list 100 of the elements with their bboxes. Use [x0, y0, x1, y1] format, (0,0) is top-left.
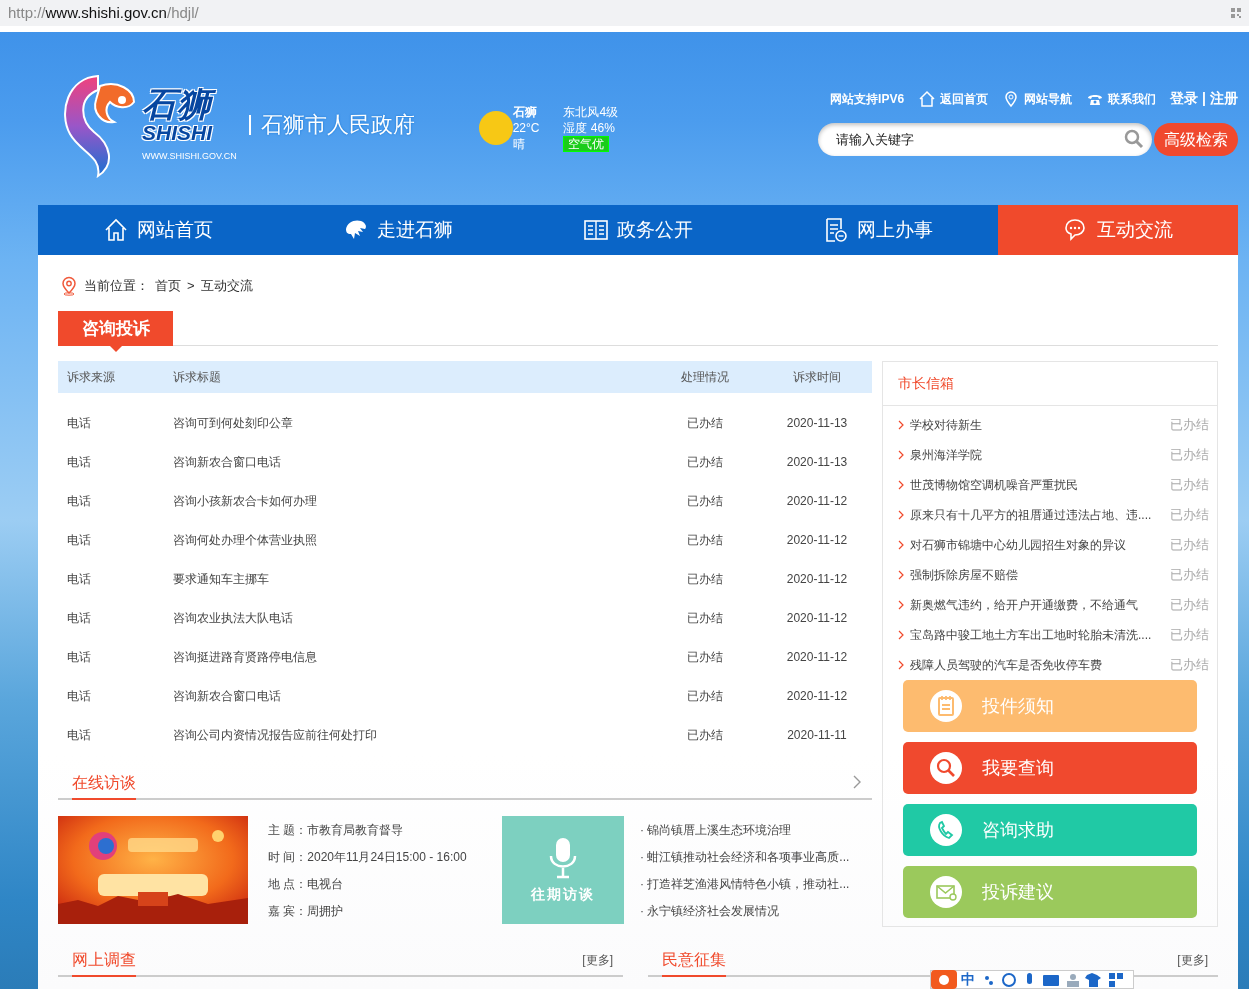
search-field[interactable]: 请输入关键字: [818, 123, 1152, 156]
mailbox-link[interactable]: 世茂博物馆空调机噪音严重扰民: [910, 476, 1078, 494]
tab-pointer-icon: [110, 346, 122, 352]
status-text: 已办结: [1170, 596, 1209, 615]
request-link[interactable]: 咨询挺进路育贤路停电信息: [173, 647, 660, 666]
phone-icon: [930, 814, 962, 846]
status-text: 已办结: [1170, 656, 1209, 675]
document-icon: [823, 217, 849, 243]
request-link[interactable]: 咨询小孩新农合卡如何办理: [173, 491, 660, 510]
mailbox-link[interactable]: 对石狮市锦塘中心幼儿园招生对象的异议: [910, 536, 1126, 554]
status-text: 已办结: [1170, 506, 1209, 525]
mail-icon: [930, 876, 962, 908]
chevron-right-icon: [898, 450, 904, 460]
request-link[interactable]: 要求通知车主挪车: [173, 569, 660, 588]
table-cell-text: 电话: [66, 414, 92, 432]
mailbox-link[interactable]: 新奥燃气违约，给开户开通缴费，不给通气: [910, 596, 1138, 614]
breadcrumb-link[interactable]: 首页: [155, 276, 181, 296]
table-cell-text: 2020-11-12: [785, 687, 849, 705]
table-cell-text: 2020-11-12: [785, 570, 849, 588]
column-header: 诉求来源: [66, 369, 116, 386]
interview-detail: 主 题：市教育局教育督导: [268, 821, 405, 839]
chevron-right-icon: [898, 420, 904, 430]
table-cell-text: 2020-11-12: [785, 492, 849, 510]
humidity-text: 湿度 46%: [563, 120, 615, 136]
status-text: 已办结: [1170, 476, 1209, 495]
section-title: 网上调查: [72, 948, 136, 977]
address-field[interactable]: http://www.shishi.gov.cn/hdjl/: [8, 1, 199, 25]
site-domain: WWW.SHISHI.GOV.CN: [142, 150, 237, 164]
more-link[interactable]: [更多]: [582, 951, 613, 969]
section-title: 在线访谈: [72, 771, 136, 800]
table-cell-text: 电话: [66, 570, 92, 588]
sun-icon: [478, 111, 513, 145]
section-title: 民意征集: [662, 948, 726, 977]
weather-condition: 晴: [512, 136, 526, 152]
nav-tab[interactable]: 走进石狮: [278, 205, 518, 255]
request-link[interactable]: 咨询新农合窗口电话: [173, 686, 660, 705]
request-link[interactable]: 咨询何处办理个体营业执照: [173, 530, 660, 549]
chevron-right-icon: [898, 510, 904, 520]
nav-tab[interactable]: 网上办事: [758, 205, 998, 255]
action-button[interactable]: 我要查询: [903, 742, 1197, 794]
home-icon: [103, 217, 129, 243]
ime-mode-text[interactable]: 中: [961, 969, 975, 989]
table-cell-text: 电话: [66, 531, 92, 549]
book-icon: [583, 217, 609, 243]
request-link[interactable]: 咨询农业执法大队电话: [173, 608, 660, 627]
status-text: 已办结: [1170, 566, 1209, 585]
table-cell-text: 2020-11-12: [785, 609, 849, 627]
interview-link[interactable]: · 打造祥芝渔港风情特色小镇，推动社...: [640, 874, 850, 893]
table-cell-text: 已办结: [686, 492, 724, 510]
request-link[interactable]: 咨询公司内资情况报告应前往何处打印: [173, 725, 660, 744]
notepad-icon: [930, 690, 962, 722]
column-header: 诉求时间: [792, 369, 842, 386]
interview-detail: 嘉 宾：周拥护: [268, 902, 345, 920]
qr-code-icon[interactable]: [1231, 8, 1241, 18]
mailbox-link[interactable]: 强制拆除房屋不赔偿: [910, 566, 1018, 584]
column-header: 处理情况: [680, 369, 730, 386]
breadcrumb-link[interactable]: 互动交流: [200, 276, 253, 296]
request-link[interactable]: 咨询新农合窗口电话: [173, 452, 660, 471]
interview-link[interactable]: · 锦尚镇厝上溪生态环境治理: [640, 820, 850, 839]
table-cell-text: 电话: [66, 453, 92, 471]
chevron-right-icon: [898, 540, 904, 550]
mailbox-link[interactable]: 泉州海洋学院: [910, 446, 982, 464]
table-cell-text: 2020-11-11: [786, 726, 848, 744]
table-cell-text: 电话: [66, 609, 92, 627]
breadcrumb-separator: >: [187, 277, 195, 296]
table-cell-text: 已办结: [686, 570, 724, 588]
mailbox-link[interactable]: 学校对待新生: [910, 416, 982, 434]
table-cell-text: 电话: [66, 492, 92, 510]
nav-tab[interactable]: 政务公开: [518, 205, 758, 255]
table-cell-text: 已办结: [686, 453, 724, 471]
mailbox-link[interactable]: 残障人员驾驶的汽车是否免收停车费: [910, 656, 1102, 674]
table-cell-text: 2020-11-12: [785, 648, 849, 666]
mailbox-link[interactable]: 原来只有十几平方的祖厝通过违法占地、违....: [910, 506, 1152, 524]
interview-link[interactable]: · 永宁镇经济社会发展情况: [640, 901, 850, 920]
table-cell-text: 已办结: [686, 531, 724, 549]
request-link[interactable]: 咨询可到何处刻印公章: [173, 413, 660, 432]
nav-tab[interactable]: 互动交流: [998, 205, 1238, 255]
chevron-right-icon[interactable]: [852, 774, 862, 790]
status-text: 已办结: [1170, 416, 1209, 435]
interview-detail: 地 点：电视台: [268, 875, 345, 893]
status-text: 已办结: [1170, 536, 1209, 555]
table-cell-text: 已办结: [686, 687, 724, 705]
ime-logo-icon[interactable]: [931, 970, 957, 989]
wind-text: 东北风4级: [563, 104, 619, 120]
table-cell-text: 2020-11-12: [785, 531, 849, 549]
weather-city: 石狮: [512, 104, 538, 120]
air-quality-badge: 空气优: [563, 136, 610, 152]
table-cell-text: 已办结: [686, 648, 724, 666]
site-title: 石狮市人民政府: [248, 115, 415, 135]
mailbox-link[interactable]: 宝岛路中骏工地土方车出工地时轮胎未清洗....: [910, 626, 1152, 644]
logo-text: 石狮: [142, 86, 237, 123]
search-icon[interactable]: [1124, 129, 1144, 149]
table-cell-text: 电话: [66, 726, 92, 744]
location-pin-icon: [60, 276, 78, 296]
table-cell-text: 已办结: [686, 726, 724, 744]
interview-link[interactable]: · 蚶江镇推动社会经济和各项事业高质...: [640, 847, 850, 866]
table-cell-text: 2020-11-13: [785, 414, 849, 432]
more-link[interactable]: [更多]: [1177, 951, 1208, 969]
advanced-search-button[interactable]: 高级检索: [1154, 123, 1238, 156]
nav-tab[interactable]: 网站首页: [38, 205, 278, 255]
